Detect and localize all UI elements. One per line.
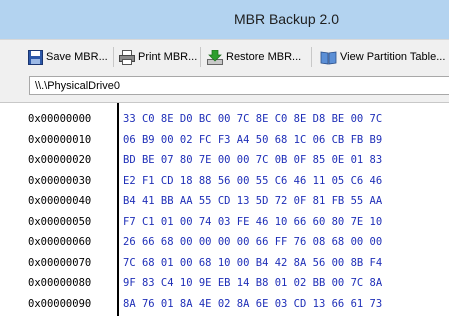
save-mbr-button[interactable]: Save MBR... [28,47,108,67]
hex-bytes: 8A 76 01 8A 4E 02 8A 6E 03 CD 13 66 61 7… [123,297,383,310]
hex-bytes: B4 41 BB AA 55 CD 13 5D 72 0F 81 FB 55 A… [123,195,383,207]
hex-offset: 0x00000040 [28,195,92,207]
hex-view[interactable]: 0x00000000 33 C0 8E D0 BC 00 7C 8E C0 8E … [0,103,449,316]
restore-mbr-label: Restore MBR... [226,51,302,63]
hex-bytes: 26 66 68 00 00 00 00 66 FF 76 08 68 00 0… [123,236,383,248]
window-title: MBR Backup 2.0 [233,11,339,27]
hex-bytes: 7C 68 01 00 68 10 00 B4 42 8A 56 00 8B F… [123,256,383,269]
hex-bytes: 33 C0 8E D0 BC 00 7C 8E C0 8E D8 BE 00 7… [123,113,383,125]
hex-offset: 0x00000050 [28,215,92,228]
hex-offset: 0x00000060 [28,236,92,248]
hex-bytes: BD BE 07 80 7E 00 00 7C 0B 0F 85 0E 01 8… [123,154,383,166]
hex-bytes: F7 C1 01 00 74 03 FE 46 10 66 60 80 7E 1… [123,215,383,228]
hex-offset: 0x00000080 [28,277,92,289]
hex-offset: 0x00000090 [28,297,92,310]
hex-bytes: 9F 83 C4 10 9E EB 14 B8 01 02 BB 00 7C 8… [123,277,383,289]
restore-mbr-button[interactable]: Restore MBR... [207,47,301,67]
restore-download-icon [207,49,223,65]
title-bar: MBR Backup 2.0 [0,0,449,39]
book-icon [320,51,337,64]
drive-selector[interactable]: \\.\PhysicalDrive0 [29,76,449,95]
toolbar: Save MBR... Print MBR... Restore MBR... … [0,39,449,73]
save-mbr-label: Save MBR... [46,51,108,63]
toolbar-separator [113,47,114,67]
save-icon [28,49,43,65]
hex-bytes: E2 F1 CD 18 88 56 00 55 C6 46 11 05 C6 4… [123,174,383,187]
hex-offset: 0x00000010 [28,133,92,146]
view-partition-table-label: View Partition Table... [340,51,446,63]
print-mbr-button[interactable]: Print MBR... [119,47,197,67]
hex-offset: 0x00000030 [28,174,92,187]
print-mbr-label: Print MBR... [138,51,198,63]
hex-offset: 0x00000020 [28,154,92,166]
hex-offset: 0x00000070 [28,256,92,269]
drive-bar: \\.\PhysicalDrive0 [0,72,449,103]
hex-offset: 0x00000000 [28,113,92,125]
hex-bytes: 06 B9 00 02 FC F3 A4 50 68 1C 06 CB FB B… [123,133,383,146]
toolbar-separator [311,47,312,67]
view-partition-table-button[interactable]: View Partition Table... [320,47,445,67]
toolbar-separator [200,47,201,67]
printer-icon [119,49,135,65]
